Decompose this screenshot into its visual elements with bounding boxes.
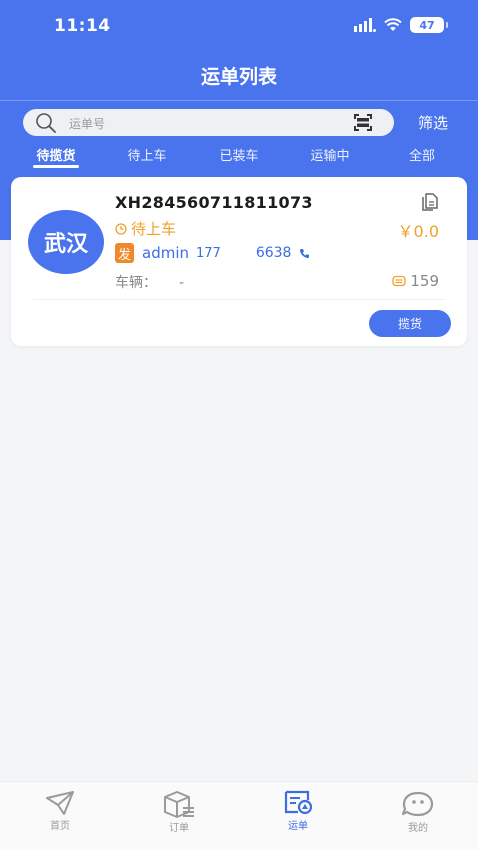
wifi-icon bbox=[384, 18, 402, 31]
shipper-badge: 发 bbox=[115, 243, 134, 263]
points-info: 159 bbox=[392, 272, 439, 290]
shipper-phone[interactable]: 6638 bbox=[256, 245, 292, 261]
order-status-text: 待上车 bbox=[131, 220, 177, 238]
pickup-button-label: 揽货 bbox=[397, 317, 422, 331]
tab-loaded[interactable]: 已装车 bbox=[219, 145, 258, 164]
tabbar-item-waybills[interactable]: 运单 bbox=[258, 790, 338, 832]
shipper-code: 177 bbox=[196, 245, 221, 261]
tabbar-label-waybills: 运单 bbox=[288, 821, 308, 832]
clock-icon bbox=[115, 222, 127, 235]
tabbar-label-me: 我的 bbox=[408, 823, 428, 834]
search-input[interactable]: 运单号 bbox=[23, 109, 394, 136]
signal-icon bbox=[354, 18, 376, 32]
shipper-name: admin bbox=[142, 244, 189, 262]
vehicle-info: 车辆： - bbox=[115, 272, 184, 292]
header-divider bbox=[0, 100, 478, 101]
vehicle-label: 车辆： bbox=[115, 275, 157, 291]
search-placeholder: 运单号 bbox=[69, 117, 106, 131]
bottom-tab-bar: 首页 订单 运单 我的 bbox=[0, 781, 478, 850]
tab-pending-pickup[interactable]: 待揽货 bbox=[36, 145, 75, 164]
city-label: 武汉 bbox=[43, 232, 88, 257]
city-avatar: 武汉 bbox=[28, 210, 104, 274]
card-divider bbox=[33, 299, 445, 300]
active-tab-indicator bbox=[33, 165, 79, 168]
pickup-button[interactable]: 揽货 bbox=[369, 310, 451, 337]
battery-icon: 47 bbox=[410, 17, 448, 33]
scan-icon[interactable] bbox=[354, 114, 372, 131]
battery-level: 47 bbox=[419, 18, 435, 32]
copy-icon[interactable] bbox=[421, 193, 439, 211]
order-price: ￥0.0 bbox=[397, 222, 439, 241]
chat-face-icon bbox=[401, 791, 434, 817]
package-icon bbox=[164, 791, 194, 818]
order-number: XH284560711811073 bbox=[115, 193, 313, 212]
coin-icon bbox=[392, 275, 407, 287]
phone-icon[interactable] bbox=[299, 248, 310, 259]
points-value: 159 bbox=[410, 272, 439, 290]
status-icons: 47 bbox=[354, 17, 448, 33]
tab-in-transit[interactable]: 运输中 bbox=[310, 145, 349, 164]
tabbar-item-home[interactable]: 首页 bbox=[20, 790, 100, 832]
status-tabs: 待揽货 待上车 已装车 运输中 全部 bbox=[0, 142, 478, 170]
waybill-card[interactable]: 武汉 XH284560711811073 待上车 ￥0.0 发 admin 17… bbox=[11, 177, 467, 346]
tab-pending-boarding[interactable]: 待上车 bbox=[127, 145, 166, 164]
vehicle-value: - bbox=[179, 275, 185, 291]
tab-all[interactable]: 全部 bbox=[409, 145, 435, 164]
tabbar-label-orders: 订单 bbox=[169, 823, 189, 834]
tabbar-item-me[interactable]: 我的 bbox=[378, 790, 458, 834]
waybill-icon bbox=[284, 790, 313, 815]
tabbar-label-home: 首页 bbox=[50, 821, 70, 832]
search-icon bbox=[36, 113, 56, 133]
status-time: 11:14 bbox=[54, 16, 111, 36]
paper-plane-icon bbox=[46, 791, 74, 815]
status-bar: 11:14 47 bbox=[0, 0, 478, 52]
order-status: 待上车 bbox=[115, 218, 176, 239]
tabbar-item-orders[interactable]: 订单 bbox=[139, 790, 219, 834]
shipper-info: 发 admin 177 6638 bbox=[115, 243, 310, 263]
page-title: 运单列表 bbox=[200, 66, 277, 88]
filter-button[interactable]: 筛选 bbox=[418, 112, 448, 133]
